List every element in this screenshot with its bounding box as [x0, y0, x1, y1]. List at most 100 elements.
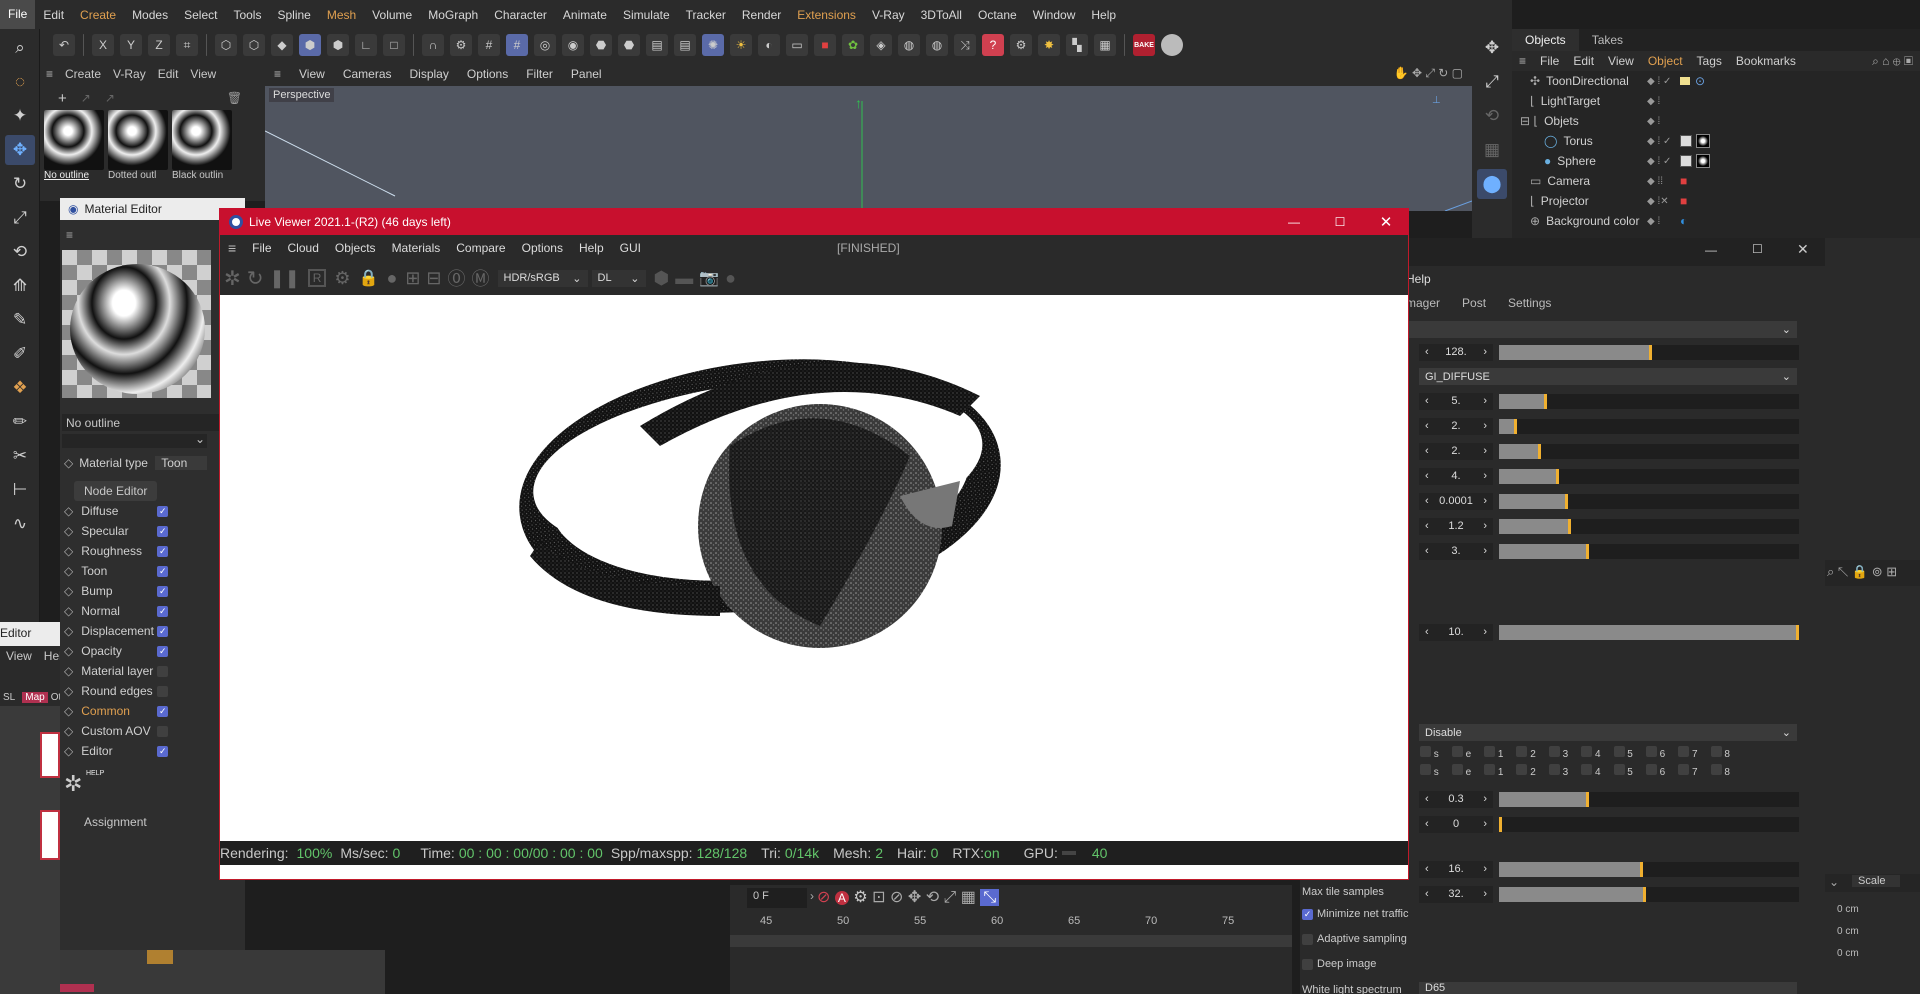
visibility-icon[interactable]: ◆ ⁞⁞ [1647, 176, 1663, 187]
scatter-depth-field[interactable]: ‹ 2. › [1419, 442, 1493, 460]
menu-simulate[interactable]: Simulate [615, 8, 678, 22]
hexagon-icon[interactable]: ⬢ [654, 268, 670, 289]
z-axis-toggle[interactable]: Z [148, 34, 170, 56]
channel-checkbox[interactable] [157, 685, 169, 697]
flag-checkbox[interactable]: 4 [1581, 764, 1601, 778]
menu-file[interactable]: File [0, 0, 36, 29]
keyframe-icon[interactable]: ◇ [64, 524, 73, 538]
chevron-down-icon[interactable]: ⌄ [1829, 875, 1839, 889]
keyframe-icon[interactable]: ◇ [64, 704, 73, 718]
kernel-dropdown[interactable]: ⌄ [1406, 321, 1797, 338]
lv-menu-options[interactable]: Options [514, 241, 571, 255]
menu-modes[interactable]: Modes [124, 8, 176, 22]
material-picker-icon[interactable]: Ⓜ [472, 265, 490, 291]
channel-checkbox[interactable]: ✓ [157, 625, 169, 637]
channel-checkbox[interactable] [157, 665, 169, 677]
channel-checkbox[interactable]: ✓ [157, 705, 169, 717]
material-type-field[interactable]: ⌄ [62, 432, 207, 448]
om-menu-bookmarks[interactable]: Bookmarks [1729, 54, 1803, 68]
color-space-dropdown[interactable]: HDR/sRGB ⌄ [497, 269, 588, 287]
snap-icon[interactable]: ∩ [422, 34, 444, 56]
channel-checkbox[interactable]: ✓ [157, 645, 169, 657]
menu-spline[interactable]: Spline [269, 8, 318, 22]
edges-mode-icon[interactable]: ⬡ [243, 34, 265, 56]
render-view-icon[interactable]: ⬣ [590, 34, 612, 56]
glossy-depth-slider[interactable] [1499, 468, 1799, 484]
channel-checkbox[interactable]: ✓ [157, 605, 169, 617]
visibility-icon[interactable]: ◆ ⁞✕ [1647, 196, 1669, 207]
channel-row[interactable]: ◇ Round edges [64, 681, 224, 701]
flag-checkbox[interactable]: e [1451, 746, 1471, 760]
grid-icon[interactable]: # [478, 34, 500, 56]
visibility-icon[interactable]: ◆ ⁞ ✓ [1647, 76, 1671, 87]
blend-icon[interactable]: ◍ [898, 34, 920, 56]
vp-menu-options[interactable]: Options [458, 67, 517, 81]
sun-icon[interactable]: ☀ [730, 34, 752, 56]
keyframe-icon[interactable]: ◇ [64, 644, 73, 658]
material-type-dropdown[interactable]: Toon [155, 456, 208, 470]
om-menu-edit[interactable]: Edit [1566, 54, 1601, 68]
scatter-depth-slider[interactable] [1499, 443, 1799, 459]
flag-checkbox[interactable]: 7 [1678, 746, 1698, 760]
render-picture-icon[interactable]: ⬣ [618, 34, 640, 56]
lv-menu-cloud[interactable]: Cloud [280, 241, 327, 255]
checker-icon[interactable]: ▚ [1066, 34, 1088, 56]
add-region-icon[interactable]: ⊞ [405, 268, 420, 289]
contrast-icon[interactable]: ◐ [758, 34, 780, 56]
channel-row[interactable]: ◇ Displacement ✓ [64, 621, 224, 641]
node-card[interactable] [40, 810, 60, 860]
help-icon[interactable]: ? [982, 34, 1004, 56]
minimize-icon[interactable]: — [1705, 243, 1717, 257]
menu-select[interactable]: Select [176, 8, 225, 22]
search-icon[interactable]: ⌕ [5, 33, 35, 63]
frame-field[interactable]: 0 F [747, 888, 807, 908]
diffuse-depth-slider[interactable] [1499, 393, 1799, 409]
node-card[interactable] [40, 732, 60, 778]
om-menu-tags[interactable]: Tags [1690, 54, 1729, 68]
object-row[interactable]: ✣ ToonDirectional ◆ ⁞ ✓ ⊙ [1512, 71, 1920, 91]
grid-layout-icon[interactable]: ▦ [1094, 34, 1116, 56]
keyframe-icon[interactable]: ◇ [64, 584, 73, 598]
menu-create[interactable]: Create [72, 8, 124, 22]
flag-checkbox[interactable]: 3 [1548, 746, 1568, 760]
menu-window[interactable]: Window [1025, 8, 1084, 22]
keyframe-icon[interactable]: ◇ [64, 724, 73, 738]
flag-checkbox[interactable]: 5 [1613, 764, 1633, 778]
material-swatch[interactable]: Dotted outl [108, 110, 168, 181]
flag-checkbox[interactable]: 2 [1516, 764, 1536, 778]
menu-edit[interactable]: Edit [35, 8, 72, 22]
coherent-ratio-slider[interactable] [1499, 791, 1799, 807]
tab-objects[interactable]: Objects [1512, 29, 1579, 51]
keyframe-icon[interactable]: ◇ [64, 664, 73, 678]
static-noise-field[interactable]: ‹ 0 › [1419, 815, 1493, 833]
object-row[interactable]: ● Sphere ◆ ⁞ ✓ [1512, 151, 1920, 171]
ne-tab-sl[interactable]: SL [0, 692, 18, 703]
channel-row[interactable]: ◇ Roughness ✓ [64, 541, 224, 561]
mm-menu-view[interactable]: View [184, 67, 222, 81]
mm-menu-create[interactable]: Create [59, 67, 107, 81]
max-tile-samples-field[interactable]: ‹ 32. › [1419, 885, 1493, 903]
om-menu-view[interactable]: View [1601, 54, 1641, 68]
flag-checkbox[interactable]: s [1420, 746, 1439, 760]
scale-gizmo-icon[interactable]: ⤢ [1477, 67, 1507, 97]
coord-value[interactable]: 0 cm [1837, 926, 1859, 937]
assignment-tab[interactable]: Assignment [84, 815, 147, 829]
channel-checkbox[interactable]: ✓ [157, 585, 169, 597]
keyframe-icon[interactable]: ◇ [64, 684, 73, 698]
undo-icon[interactable]: ↶ [53, 34, 75, 56]
channel-row[interactable]: ◇ Toon ✓ [64, 561, 224, 581]
adaptive-sampling-checkbox[interactable]: Adaptive sampling [1302, 933, 1407, 945]
object-row[interactable]: ⌊ LightTarget ◆ ⁞ [1512, 91, 1920, 111]
gi-mode-dropdown[interactable]: GI_DIFFUSE ⌄ [1419, 368, 1797, 385]
channel-checkbox[interactable] [157, 725, 169, 737]
measure-icon[interactable]: ⊢ [5, 475, 35, 505]
x-axis-toggle[interactable]: X [92, 34, 114, 56]
pick-icon[interactable]: ↗ [105, 91, 115, 105]
keyframe-icon[interactable]: ◇ [64, 624, 73, 638]
live-selection-icon[interactable]: ◌ [5, 67, 35, 97]
film-icon[interactable]: ▬ [675, 268, 693, 289]
y-axis-toggle[interactable]: Y [120, 34, 142, 56]
flag-checkbox[interactable]: 5 [1613, 746, 1633, 760]
scale-icon[interactable]: ⤢ [5, 203, 35, 233]
lv-menu-gui[interactable]: GUI [612, 241, 649, 255]
